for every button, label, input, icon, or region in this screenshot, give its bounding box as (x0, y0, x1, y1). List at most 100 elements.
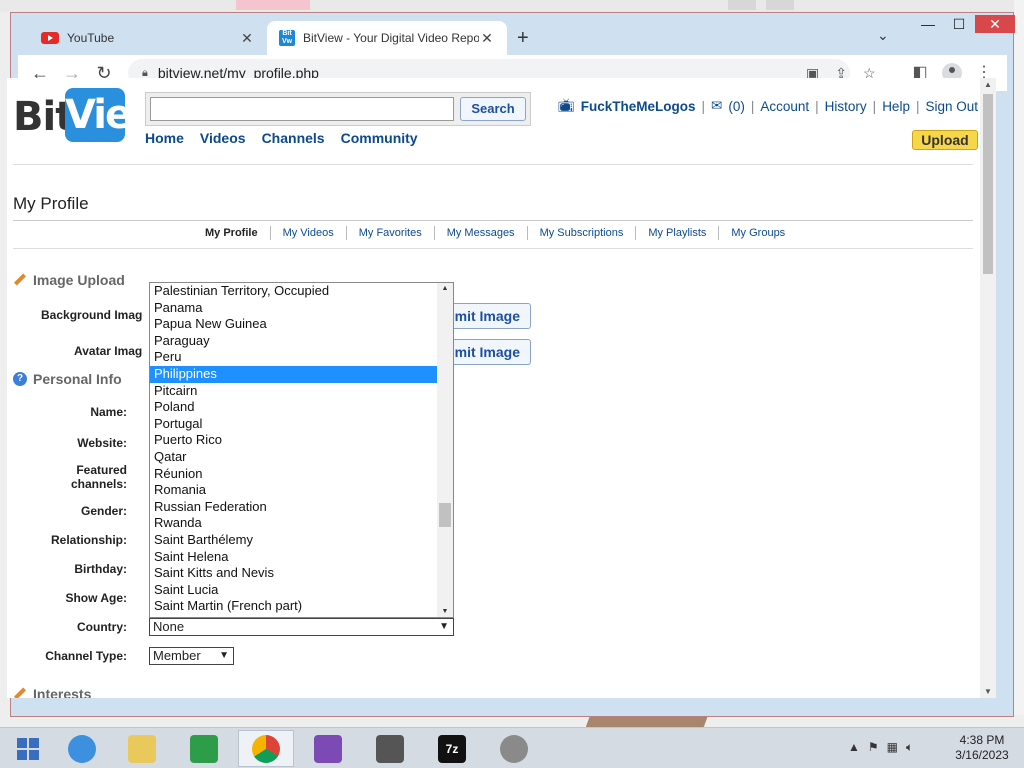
divider (13, 220, 973, 221)
new-tab-button[interactable]: + (517, 27, 529, 50)
country-option[interactable]: Qatar (150, 449, 437, 466)
subnav-my-profile[interactable]: My Profile (193, 226, 271, 240)
gender-label: Gender: (80, 504, 127, 518)
country-option[interactable]: Poland (150, 399, 437, 416)
chevron-down-icon: ▼ (439, 621, 449, 632)
country-option[interactable]: Papua New Guinea (150, 316, 437, 333)
dropdown-scrollbar[interactable]: ▲ ▼ (437, 283, 453, 617)
country-option[interactable]: Philippines (150, 365, 437, 383)
website-label: Website: (77, 436, 127, 450)
country-option[interactable]: Peru (150, 349, 437, 366)
subnav-my-favorites[interactable]: My Favorites (347, 226, 435, 240)
close-icon[interactable]: ✕ (479, 30, 495, 47)
upload-button[interactable]: Upload (912, 130, 978, 150)
taskbar-visual-studio[interactable] (300, 730, 356, 767)
tab-youtube[interactable]: YouTube ✕ (29, 21, 267, 55)
country-option[interactable]: Saint Martin (French part) (150, 598, 437, 615)
subnav-my-videos[interactable]: My Videos (271, 226, 347, 240)
desktop-window-fragment (766, 0, 794, 10)
tab-bitview[interactable]: BitVw BitView - Your Digital Video Repos… (267, 21, 507, 55)
subnav-my-playlists[interactable]: My Playlists (636, 226, 720, 240)
name-label: Name: (90, 405, 127, 419)
minimize-button[interactable]: — (913, 15, 943, 33)
logo-text-view: View (65, 88, 167, 142)
scrollbar-thumb[interactable] (439, 503, 451, 527)
scroll-up-icon[interactable]: ▲ (980, 80, 996, 89)
help-link[interactable]: Help (882, 99, 910, 114)
flag-icon[interactable]: ⚑ (868, 740, 887, 754)
country-option[interactable]: Portugal (150, 416, 437, 433)
taskbar-internet-explorer[interactable] (54, 730, 110, 767)
close-window-button[interactable]: ✕ (975, 15, 1015, 33)
search-input[interactable] (150, 97, 454, 121)
country-option[interactable]: Saint Barthélemy (150, 532, 437, 549)
country-option[interactable]: Saint Kitts and Nevis (150, 565, 437, 582)
country-option[interactable]: Saint Lucia (150, 582, 437, 599)
taskbar-store[interactable] (176, 730, 232, 767)
subnav-my-subscriptions[interactable]: My Subscriptions (528, 226, 637, 240)
scroll-down-icon[interactable]: ▼ (437, 608, 453, 615)
username-link[interactable]: FuckTheMeLogos (581, 99, 696, 114)
taskbar-media-player[interactable] (486, 730, 542, 767)
profile-subnav: My Profile My Videos My Favorites My Mes… (193, 226, 797, 240)
country-option[interactable]: Panama (150, 300, 437, 317)
media-player-icon (500, 734, 528, 763)
subnav-my-groups[interactable]: My Groups (719, 226, 797, 240)
mail-icon[interactable]: ✉ (711, 98, 722, 114)
store-icon (190, 734, 218, 763)
bitview-logo[interactable]: Bit View (13, 88, 167, 142)
country-option[interactable]: Romania (150, 482, 437, 499)
section-title: Interests (33, 686, 92, 698)
country-option[interactable]: Palestinian Territory, Occupied (150, 283, 437, 300)
nav-home[interactable]: Home (145, 130, 184, 146)
taskbar-file-explorer[interactable] (114, 730, 170, 767)
nav-channels[interactable]: Channels (262, 130, 325, 146)
country-option[interactable]: Puerto Rico (150, 432, 437, 449)
chrome-icon (252, 734, 280, 763)
computer-icon (376, 734, 404, 763)
scroll-down-icon[interactable]: ▼ (980, 687, 996, 696)
message-count[interactable]: (0) (728, 99, 745, 114)
country-option[interactable]: Réunion (150, 466, 437, 483)
nav-community[interactable]: Community (341, 130, 418, 146)
tab-search-chevron-icon[interactable]: ⌄ (877, 27, 889, 44)
country-option[interactable]: Paraguay (150, 333, 437, 350)
start-button[interactable] (0, 730, 56, 767)
taskbar: 7z ▲⚑▦🔈︎ 4:38 PM 3/16/2023 (0, 727, 1024, 768)
history-link[interactable]: History (825, 99, 867, 114)
channel-type-select[interactable]: Member ▼ (149, 647, 234, 665)
desktop-window-fragment (236, 0, 310, 10)
account-link[interactable]: Account (760, 99, 809, 114)
internet-explorer-icon (68, 734, 96, 763)
taskbar-7zip[interactable]: 7z (424, 730, 480, 767)
page-scrollbar[interactable]: ▲ ▼ (980, 78, 996, 698)
system-tray: ▲⚑▦🔈︎ (848, 740, 921, 755)
country-option[interactable]: Rwanda (150, 515, 437, 532)
chevron-up-icon[interactable]: ▲ (848, 740, 868, 754)
scrollbar-thumb[interactable] (983, 94, 993, 274)
tab-label: YouTube (67, 31, 115, 45)
system-clock[interactable]: 4:38 PM 3/16/2023 (950, 733, 1014, 763)
volume-icon[interactable]: 🔈︎ (906, 740, 921, 754)
country-select[interactable]: None ▼ (149, 618, 454, 636)
maximize-button[interactable]: ☐ (944, 15, 974, 33)
subnav-my-messages[interactable]: My Messages (435, 226, 528, 240)
taskbar-chrome[interactable] (238, 730, 294, 767)
country-dropdown-list[interactable]: Palestinian Territory, Occupied Panama Pap… (149, 282, 454, 618)
taskbar-computer[interactable] (362, 730, 418, 767)
network-icon[interactable]: ▦ (887, 740, 906, 754)
sign-out-link[interactable]: Sign Out (925, 99, 978, 114)
interests-heading: Interests (13, 686, 91, 698)
close-icon[interactable]: ✕ (239, 30, 255, 47)
nav-videos[interactable]: Videos (200, 130, 246, 146)
clock-time: 4:38 PM (959, 733, 1005, 747)
tv-icon: 📺︎ (557, 98, 575, 113)
country-option[interactable]: Pitcairn (150, 383, 437, 400)
scroll-up-icon[interactable]: ▲ (437, 285, 453, 292)
country-option[interactable]: Russian Federation (150, 499, 437, 516)
divider (13, 248, 973, 249)
section-title: Image Upload (33, 272, 125, 288)
country-option[interactable]: Saint Helena (150, 549, 437, 566)
7zip-icon: 7z (438, 734, 466, 763)
search-button[interactable]: Search (460, 97, 526, 121)
